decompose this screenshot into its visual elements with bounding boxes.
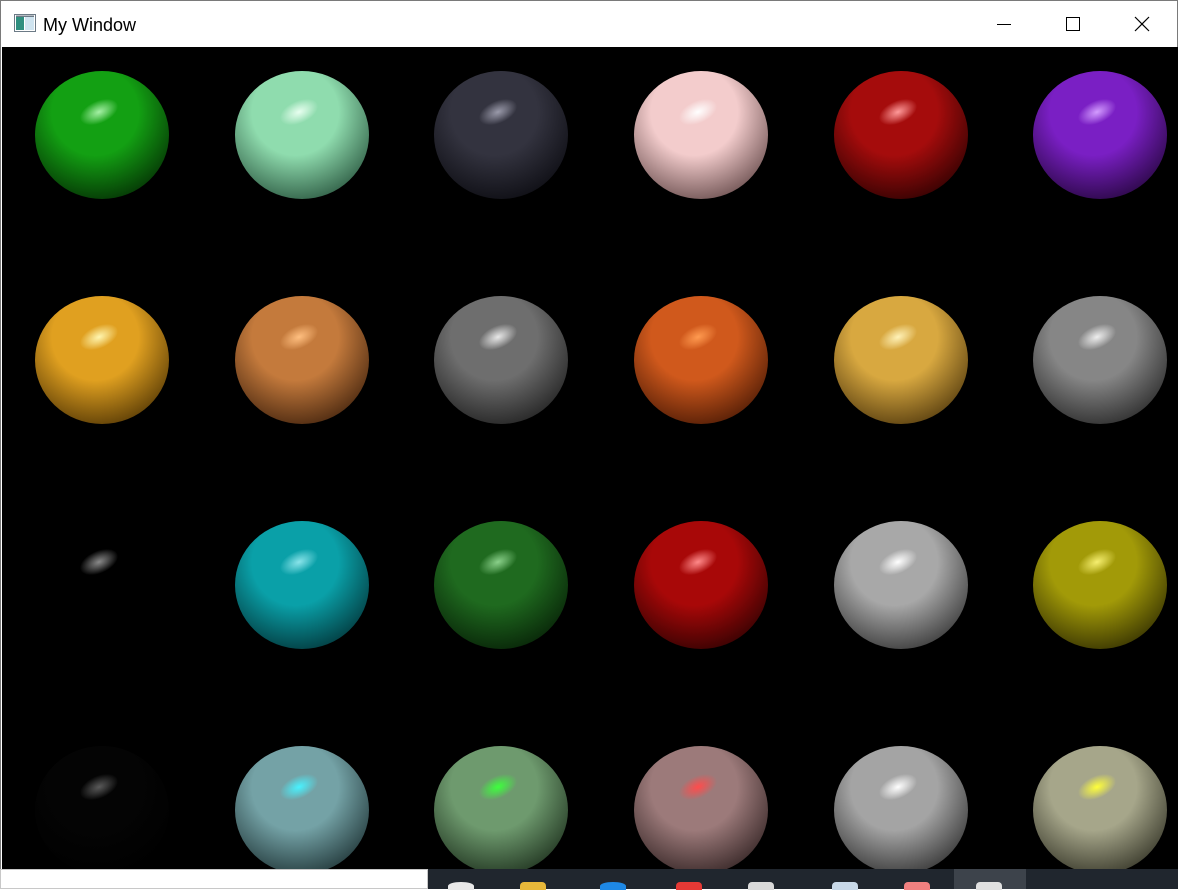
sphere-r2-c4: [634, 296, 768, 424]
sphere-r2-c3: [434, 296, 568, 424]
sphere-r4-c3: [434, 746, 568, 870]
sphere-r1-c3: [434, 71, 568, 199]
minimize-button[interactable]: [969, 1, 1039, 47]
title-bar[interactable]: My Window: [1, 1, 1177, 47]
sphere-r3-c4: [634, 521, 768, 649]
maximize-icon: [1066, 17, 1080, 31]
sphere-r3-c6: [1033, 521, 1167, 649]
taskbar-icons-area: [428, 869, 1178, 890]
sphere-r1-c1: [35, 71, 169, 199]
window-title: My Window: [43, 15, 137, 35]
taskbar: [0, 869, 1178, 890]
maximize-button[interactable]: [1038, 1, 1108, 47]
sphere-r4-c5: [834, 746, 968, 870]
app-icon: [14, 14, 36, 32]
minimize-icon: [997, 24, 1011, 25]
sphere-r3-c2: [235, 521, 369, 649]
sphere-r4-c4: [634, 746, 768, 870]
sphere-r2-c6: [1033, 296, 1167, 424]
sphere-r4-c6: [1033, 746, 1167, 870]
sphere-r2-c1: [35, 296, 169, 424]
sphere-r2-c5: [834, 296, 968, 424]
sphere-r3-c5: [834, 521, 968, 649]
sphere-r1-c5: [834, 71, 968, 199]
sphere-r1-c2: [235, 71, 369, 199]
sphere-r1-c4: [634, 71, 768, 199]
close-icon: [1134, 16, 1150, 32]
sphere-r1-c6: [1033, 71, 1167, 199]
taskbar-active-app[interactable]: [954, 869, 1026, 890]
sphere-r4-c2: [235, 746, 369, 870]
taskbar-search-box[interactable]: [0, 869, 428, 889]
close-button[interactable]: [1107, 1, 1177, 47]
app-window: My Window: [0, 0, 1178, 870]
sphere-r4-c1: [35, 746, 169, 870]
render-canvas[interactable]: [2, 47, 1178, 870]
sphere-r2-c2: [235, 296, 369, 424]
sphere-r3-c1: [35, 521, 169, 649]
sphere-r3-c3: [434, 521, 568, 649]
